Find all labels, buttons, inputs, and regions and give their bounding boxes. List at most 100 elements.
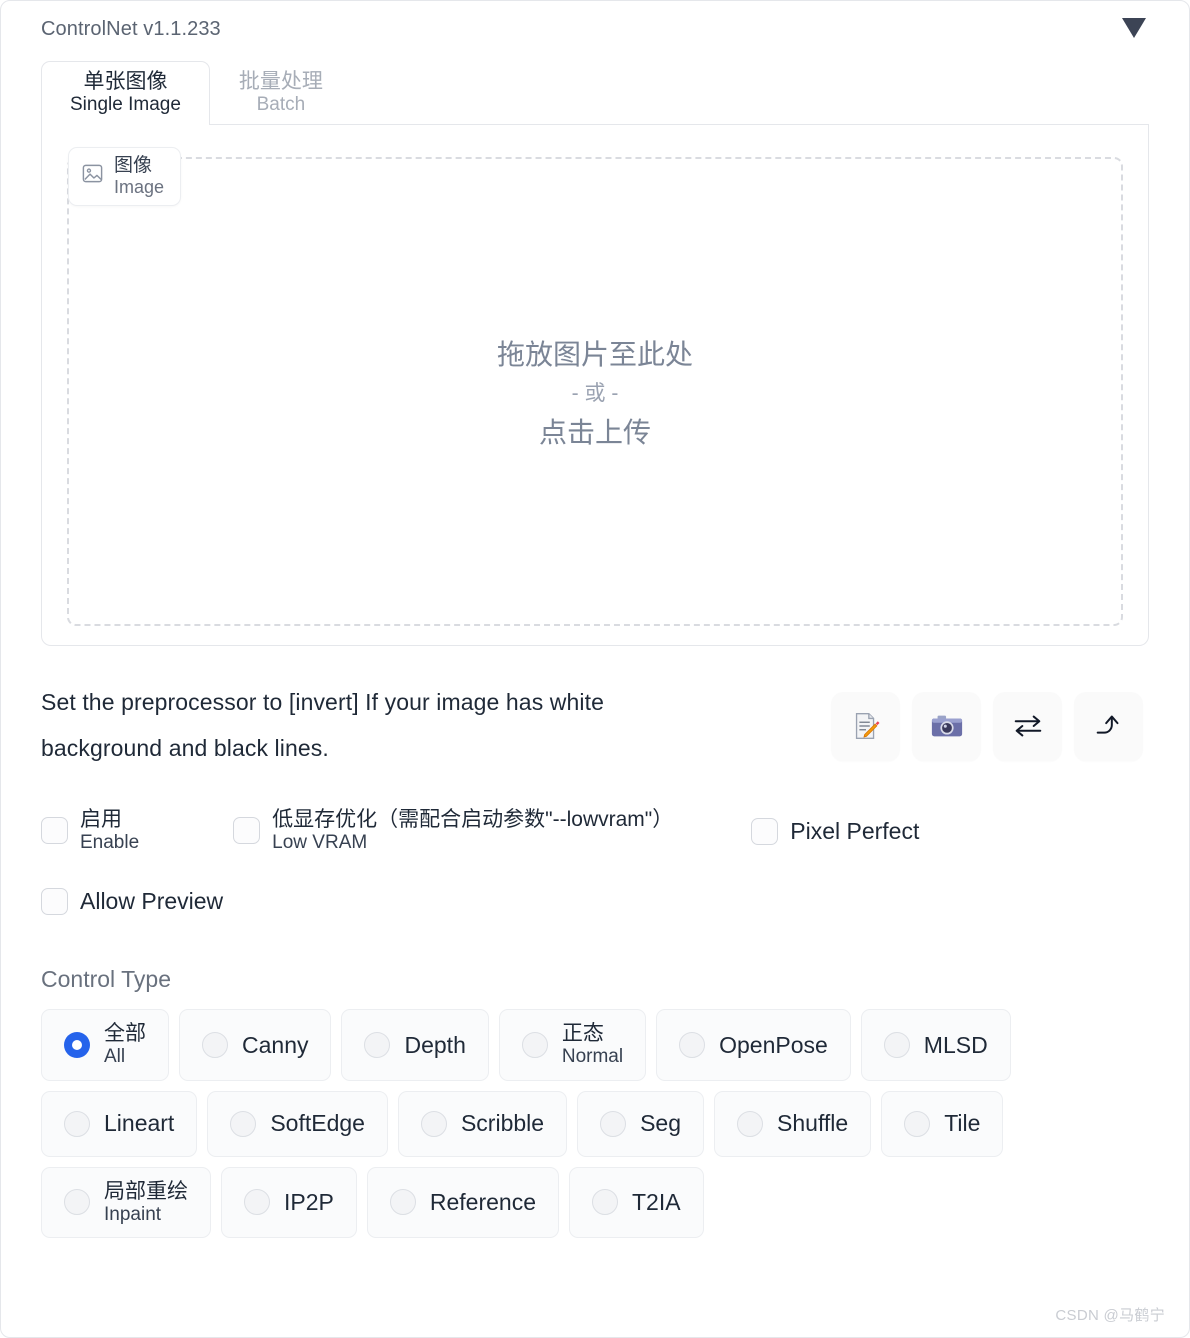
control-type-openpose[interactable]: OpenPose — [656, 1009, 851, 1081]
radio-icon[interactable] — [364, 1031, 391, 1058]
hint-row: Set the preprocessor to [invert] If your… — [41, 674, 1149, 778]
dropzone-or-text: - 或 - — [571, 381, 619, 405]
enable-checkbox-box[interactable] — [41, 817, 68, 845]
tab-single-image-cn: 单张图像 — [83, 69, 168, 93]
pixel-perfect-checkbox[interactable]: Pixel Perfect — [751, 817, 919, 845]
control-type-t2ia-label: T2IA — [632, 1189, 681, 1216]
enable-checkbox-label: 启用 Enable — [80, 808, 139, 854]
low-vram-checkbox[interactable]: 低显存优化（需配合启动参数"--lowvram"） Low VRAM — [233, 808, 673, 854]
triangle-down-icon[interactable] — [1119, 15, 1149, 41]
low-vram-label-en: Low VRAM — [272, 832, 368, 854]
control-type-normal[interactable]: 正态 Normal — [498, 1009, 647, 1081]
control-type-shuffle-label: Shuffle — [777, 1110, 849, 1137]
enable-label-en: Enable — [80, 832, 140, 854]
pixel-perfect-label: Pixel Perfect — [790, 817, 920, 844]
image-source-tab[interactable]: 图像 Image — [68, 147, 182, 206]
control-type-tile-label: Tile — [944, 1110, 981, 1137]
radio-icon[interactable] — [737, 1110, 764, 1137]
image-source-tab-en: Image — [114, 176, 165, 197]
image-action-buttons — [831, 691, 1149, 761]
allow-preview-label: Allow Preview — [80, 887, 224, 914]
radio-icon[interactable] — [202, 1031, 228, 1058]
allow-preview-checkbox-label: Allow Preview — [80, 888, 223, 915]
radio-icon[interactable] — [883, 1031, 910, 1058]
control-type-lineart[interactable]: Lineart — [41, 1090, 198, 1157]
control-type-mlsd[interactable]: MLSD — [860, 1009, 1011, 1081]
low-vram-checkbox-label: 低显存优化（需配合启动参数"--lowvram"） Low VRAM — [272, 808, 673, 854]
radio-icon[interactable] — [600, 1110, 627, 1137]
options-row: 启用 Enable 低显存优化（需配合启动参数"--lowvram"） Low … — [41, 806, 1149, 856]
image-dropzone[interactable]: 拖放图片至此处 - 或 - 点击上传 — [67, 157, 1123, 626]
picture-icon — [81, 162, 104, 190]
tab-batch-en: Batch — [256, 93, 306, 115]
control-type-all[interactable]: 全部 All — [41, 1009, 169, 1081]
control-type-ip2p-label: IP2P — [284, 1189, 334, 1216]
arrow-heading-up-icon[interactable] — [1074, 691, 1143, 761]
control-type-inpaint-en: Inpaint — [104, 1203, 162, 1225]
control-type-scribble[interactable]: Scribble — [397, 1090, 568, 1157]
edit-memo-icon[interactable] — [831, 691, 900, 761]
control-type-inpaint-cn: 局部重绘 — [104, 1179, 188, 1203]
control-type-normal-en: Normal — [561, 1045, 624, 1067]
upload-panel: 拖放图片至此处 - 或 - 点击上传 图像 Image — [41, 125, 1149, 646]
control-type-openpose-label: OpenPose — [719, 1031, 828, 1058]
control-type-canny-label: Canny — [242, 1031, 309, 1058]
control-type-depth-label: Depth — [404, 1031, 466, 1058]
radio-icon[interactable] — [64, 1031, 90, 1058]
tab-single-image-en: Single Image — [70, 93, 181, 115]
control-type-seg-label: Seg — [640, 1110, 682, 1137]
enable-checkbox[interactable]: 启用 Enable — [41, 808, 139, 854]
tab-batch-cn: 批量处理 — [238, 69, 323, 93]
dropzone-drag-text: 拖放图片至此处 — [496, 338, 693, 370]
control-type-reference[interactable]: Reference — [366, 1166, 559, 1239]
control-type-group: 全部 All Canny Depth 正态 Normal OpenPose ML… — [41, 1009, 1149, 1239]
dropzone-click-text: 点击上传 — [538, 416, 651, 448]
control-type-ip2p[interactable]: IP2P — [221, 1166, 357, 1239]
controlnet-panel: ControlNet v1.1.233 单张图像 Single Image 批量… — [0, 0, 1190, 1338]
control-type-row: 全部 All Canny Depth 正态 Normal OpenPose ML… — [41, 1009, 1149, 1081]
control-type-shuffle[interactable]: Shuffle — [714, 1090, 872, 1157]
control-type-row: Lineart SoftEdge Scribble Seg Shuffle Ti… — [41, 1090, 1149, 1157]
radio-icon[interactable] — [244, 1189, 270, 1216]
control-type-all-cn: 全部 — [104, 1022, 146, 1045]
control-type-seg[interactable]: Seg — [577, 1090, 705, 1157]
radio-icon[interactable] — [592, 1189, 618, 1216]
pixel-perfect-checkbox-label: Pixel Perfect — [790, 818, 919, 845]
control-type-inpaint[interactable]: 局部重绘 Inpaint — [41, 1166, 211, 1239]
control-type-canny[interactable]: Canny — [179, 1009, 332, 1081]
control-type-tile[interactable]: Tile — [881, 1090, 1004, 1157]
radio-icon[interactable] — [230, 1110, 257, 1137]
low-vram-checkbox-box[interactable] — [233, 817, 261, 845]
tab-bar: 单张图像 Single Image 批量处理 Batch — [41, 57, 1149, 125]
control-type-scribble-label: Scribble — [460, 1110, 545, 1137]
swap-arrows-icon[interactable] — [993, 691, 1062, 761]
radio-icon[interactable] — [64, 1110, 90, 1137]
allow-preview-checkbox[interactable]: Allow Preview — [41, 887, 223, 915]
radio-icon[interactable] — [904, 1110, 931, 1137]
pixel-perfect-checkbox-box[interactable] — [751, 817, 779, 845]
control-type-softedge[interactable]: SoftEdge — [207, 1090, 388, 1157]
radio-icon[interactable] — [64, 1189, 90, 1216]
control-type-lineart-label: Lineart — [104, 1110, 175, 1137]
allow-preview-row: Allow Preview — [41, 880, 1149, 922]
radio-icon[interactable] — [521, 1031, 548, 1058]
allow-preview-checkbox-box[interactable] — [41, 887, 68, 915]
image-source-tab-cn: 图像 — [114, 155, 153, 176]
control-type-t2ia[interactable]: T2IA — [569, 1166, 704, 1239]
tab-batch[interactable]: 批量处理 Batch — [210, 61, 352, 125]
control-type-depth[interactable]: Depth — [341, 1009, 489, 1081]
watermark: CSDN @马鹤宁 — [1055, 1307, 1165, 1324]
tabs-wrap: 单张图像 Single Image 批量处理 Batch — [23, 57, 1167, 125]
tab-single-image[interactable]: 单张图像 Single Image — [41, 60, 210, 125]
control-type-reference-label: Reference — [429, 1189, 536, 1216]
control-type-normal-cn: 正态 — [561, 1022, 604, 1045]
radio-icon[interactable] — [679, 1031, 706, 1058]
radio-icon[interactable] — [420, 1110, 447, 1137]
camera-icon[interactable] — [912, 691, 981, 761]
enable-label-cn: 启用 — [80, 807, 122, 831]
low-vram-label-cn: 低显存优化（需配合启动参数"--lowvram"） — [272, 807, 674, 831]
image-source-tab-label: 图像 Image — [114, 155, 164, 198]
control-type-title: Control Type — [41, 966, 171, 992]
control-type-softedge-label: SoftEdge — [270, 1110, 365, 1137]
radio-icon[interactable] — [389, 1189, 416, 1216]
